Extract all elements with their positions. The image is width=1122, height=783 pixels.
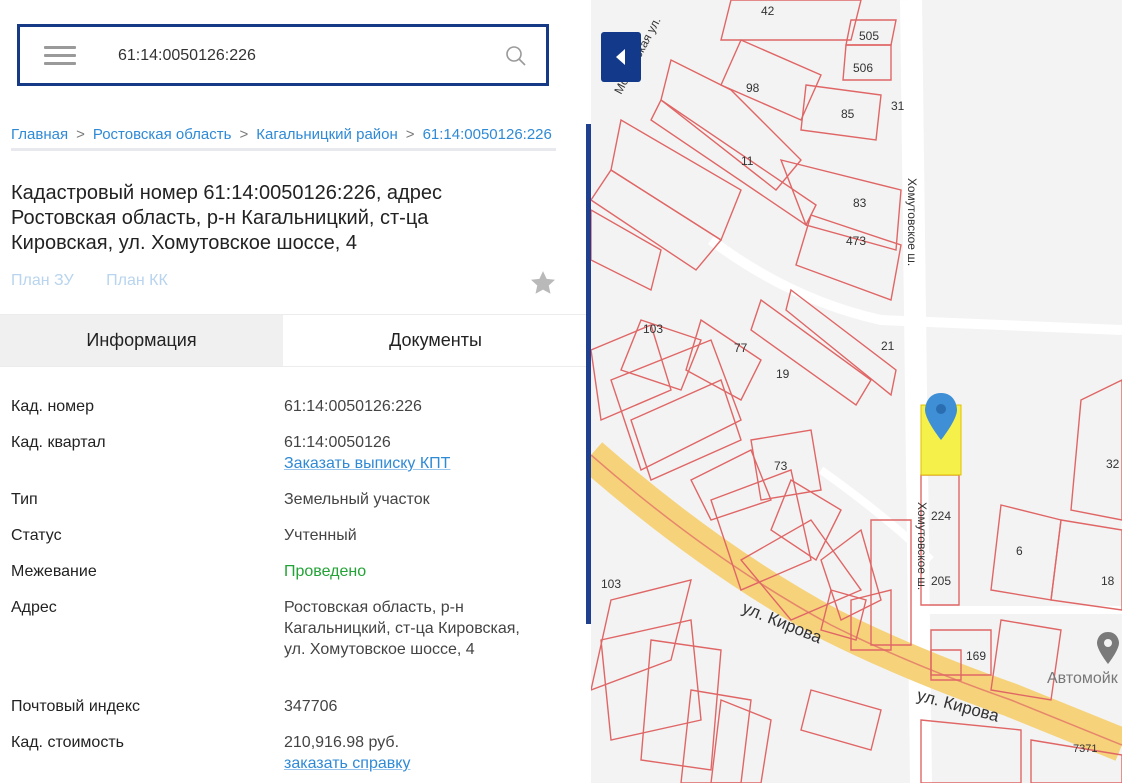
info-label: Кад. квартал bbox=[11, 434, 106, 451]
breadcrumb-separator: > bbox=[239, 126, 249, 143]
collapse-panel-button[interactable] bbox=[601, 32, 641, 82]
road-number-label: 7371 bbox=[1073, 743, 1097, 755]
plan-links: План ЗУ План КК bbox=[11, 272, 196, 290]
kad-quarter-value: 61:14:0050126 bbox=[284, 434, 391, 451]
plan-kk-link[interactable]: План КК bbox=[106, 272, 168, 289]
parcel-number: 169 bbox=[966, 649, 986, 663]
breadcrumb-separator: > bbox=[76, 126, 85, 143]
parcel-number: 505 bbox=[859, 29, 879, 43]
breadcrumb-separator: > bbox=[405, 126, 415, 143]
info-value: 61:14:0050126 Заказать выписку КПТ bbox=[284, 432, 544, 474]
parcel-number: 103 bbox=[601, 577, 621, 591]
parcel-number: 21 bbox=[881, 339, 895, 353]
parcel-number: 224 bbox=[931, 509, 951, 523]
hamburger-icon[interactable] bbox=[44, 46, 76, 66]
search-bar bbox=[17, 24, 549, 86]
info-label: Адрес bbox=[11, 599, 57, 616]
order-kpt-link[interactable]: Заказать выписку КПТ bbox=[284, 453, 544, 474]
order-certificate-link[interactable]: заказать справку bbox=[284, 753, 544, 774]
map-canvas[interactable]: 42 505 506 98 85 31 11 83 473 103 77 19 … bbox=[591, 0, 1122, 783]
info-label: Почтовый индекс bbox=[11, 698, 140, 715]
info-value: 347706 bbox=[284, 698, 338, 715]
info-label: Кад. номер bbox=[11, 398, 94, 415]
parcel-number: 85 bbox=[841, 107, 855, 121]
info-value: 61:14:0050126:226 bbox=[284, 398, 422, 415]
breadcrumb-item-district[interactable]: Кагальницкий район bbox=[256, 126, 398, 143]
info-value: 210,916.98 руб. заказать справку bbox=[284, 732, 544, 774]
breadcrumb-item-current[interactable]: 61:14:0050126:226 bbox=[423, 126, 552, 143]
info-value: Ростовская область, р-н Кагальницкий, ст… bbox=[284, 599, 520, 658]
info-value: Учтенный bbox=[284, 527, 357, 544]
street-label-khomutovskoe: Хомутовское ш. bbox=[905, 178, 919, 266]
tab-info[interactable]: Информация bbox=[0, 315, 283, 366]
plan-zu-link[interactable]: План ЗУ bbox=[11, 272, 74, 289]
star-icon[interactable] bbox=[528, 268, 558, 298]
cost-value: 210,916.98 руб. bbox=[284, 734, 400, 751]
parcel-number: 506 bbox=[853, 61, 873, 75]
info-label: Тип bbox=[11, 491, 38, 508]
breadcrumb-item-region[interactable]: Ростовская область bbox=[93, 126, 232, 143]
survey-status-value: Проведено bbox=[284, 563, 367, 580]
search-icon[interactable] bbox=[504, 44, 528, 68]
chevron-left-icon bbox=[616, 49, 625, 65]
info-value: Земельный участок bbox=[284, 491, 430, 508]
info-label: Межевание bbox=[11, 563, 97, 580]
parcel-number: 32 bbox=[1106, 457, 1120, 471]
cadastral-map[interactable]: 42 505 506 98 85 31 11 83 473 103 77 19 … bbox=[591, 0, 1122, 783]
breadcrumb-item-home[interactable]: Главная bbox=[11, 126, 68, 143]
info-label: Статус bbox=[11, 527, 62, 544]
tab-documents[interactable]: Документы bbox=[283, 315, 588, 366]
parcel-number: 103 bbox=[643, 322, 663, 336]
parcel-number: 98 bbox=[746, 81, 760, 95]
tabs: Информация Документы bbox=[0, 314, 588, 367]
parcel-number: 31 bbox=[891, 99, 905, 113]
parcel-number: 42 bbox=[761, 4, 775, 18]
parcel-number: 11 bbox=[741, 154, 754, 168]
parcel-number: 18 bbox=[1101, 574, 1115, 588]
parcel-number: 77 bbox=[734, 341, 748, 355]
parcel-number: 205 bbox=[931, 574, 951, 588]
page-title: Кадастровый номер 61:14:0050126:226, адр… bbox=[11, 182, 442, 254]
parcel-number: 6 bbox=[1016, 544, 1023, 558]
breadcrumb: Главная > Ростовская область > Кагальницкий … bbox=[11, 126, 556, 151]
poi-label: Автомойк bbox=[1047, 670, 1118, 687]
info-label: Кад. стоимость bbox=[11, 734, 124, 751]
search-input[interactable] bbox=[116, 41, 480, 71]
parcel-number: 73 bbox=[774, 459, 788, 473]
info-panel: Главная > Ростовская область > Кагальницкий … bbox=[0, 0, 588, 783]
parcel-number: 19 bbox=[776, 367, 790, 381]
parcel-number: 83 bbox=[853, 196, 867, 210]
parcel-number: 473 bbox=[846, 234, 866, 248]
street-label-khomutovskoe: Хомутовское ш. bbox=[915, 502, 929, 590]
